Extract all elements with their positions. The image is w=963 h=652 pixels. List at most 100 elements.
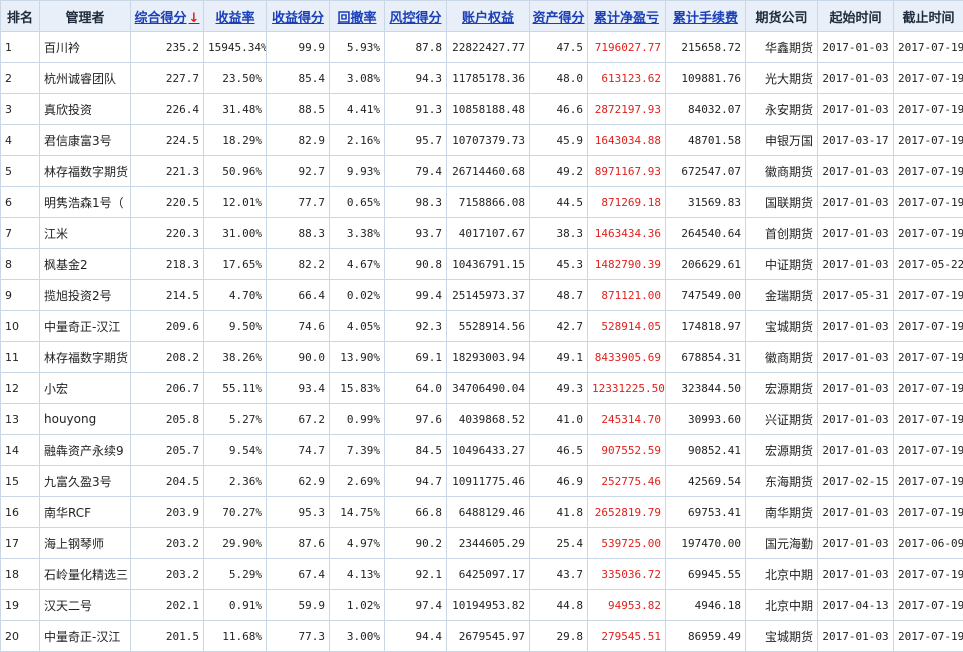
- broker-cell: 徽商期货: [746, 156, 818, 187]
- table-row[interactable]: 14融犇资产永续9205.79.54%74.77.39%84.510496433…: [1, 435, 963, 466]
- table-row[interactable]: 11林存福数字期货208.238.26%90.013.90%69.1182930…: [1, 342, 963, 373]
- sort-equity[interactable]: 账户权益: [447, 1, 530, 32]
- table-row[interactable]: 18石岭量化精选三203.25.29%67.44.13%92.16425097.…: [1, 559, 963, 590]
- table-row[interactable]: 9揽旭投资2号214.54.70%66.40.02%99.425145973.3…: [1, 280, 963, 311]
- equity-cell: 10707379.73: [447, 125, 530, 156]
- risk-score-cell: 69.1: [385, 342, 447, 373]
- drawdown-cell: 4.41%: [330, 94, 385, 125]
- sort-net-profit[interactable]: 累计净盈亏: [588, 1, 666, 32]
- manager-name-cell: 小宏: [40, 373, 131, 404]
- asset-score-cell: 47.5: [530, 32, 588, 63]
- drawdown-cell: 13.90%: [330, 342, 385, 373]
- risk-score-cell: 97.4: [385, 590, 447, 621]
- fees-cell: 264540.64: [666, 218, 746, 249]
- return-rate-cell: 5.29%: [204, 559, 267, 590]
- return-rate-cell: 9.54%: [204, 435, 267, 466]
- return-rate-cell: 70.27%: [204, 497, 267, 528]
- equity-cell: 6488129.46: [447, 497, 530, 528]
- return-score-cell: 77.7: [267, 187, 330, 218]
- total-score-cell: 203.9: [131, 497, 204, 528]
- table-row[interactable]: 15九富久盈3号204.52.36%62.92.69%94.710911775.…: [1, 466, 963, 497]
- net-profit-cell: 7196027.77: [588, 32, 666, 63]
- table-row[interactable]: 17海上钢琴师203.229.90%87.64.97%90.22344605.2…: [1, 528, 963, 559]
- table-row[interactable]: 20中量奇正-汉江201.511.68%77.33.00%94.42679545…: [1, 621, 963, 652]
- sort-return-rate[interactable]: 收益率: [204, 1, 267, 32]
- return-score-cell: 82.9: [267, 125, 330, 156]
- manager-name-cell: 林存福数字期货: [40, 156, 131, 187]
- end-date-cell: 2017-07-19: [894, 94, 963, 125]
- rank-cell: 10: [1, 311, 40, 342]
- start-date-cell: 2017-01-03: [818, 404, 894, 435]
- total-score-cell: 220.5: [131, 187, 204, 218]
- start-date-cell: 2017-01-03: [818, 156, 894, 187]
- manager-name-cell: 真欣投资: [40, 94, 131, 125]
- broker-cell: 兴证期货: [746, 404, 818, 435]
- net-profit-cell: 539725.00: [588, 528, 666, 559]
- table-row[interactable]: 7江米220.331.00%88.33.38%93.74017107.6738.…: [1, 218, 963, 249]
- net-profit-cell: 2872197.93: [588, 94, 666, 125]
- end-date-cell: 2017-07-19: [894, 32, 963, 63]
- risk-score-cell: 92.3: [385, 311, 447, 342]
- sort-drawdown[interactable]: 回撤率: [330, 1, 385, 32]
- table-row[interactable]: 13houyong205.85.27%67.20.99%97.64039868.…: [1, 404, 963, 435]
- rank-cell: 4: [1, 125, 40, 156]
- sort-desc-arrow-icon: ↓: [189, 11, 200, 26]
- equity-cell: 6425097.17: [447, 559, 530, 590]
- risk-score-cell: 64.0: [385, 373, 447, 404]
- broker-cell: 金瑞期货: [746, 280, 818, 311]
- start-date-cell: 2017-04-13: [818, 590, 894, 621]
- rank-cell: 7: [1, 218, 40, 249]
- broker-cell: 国联期货: [746, 187, 818, 218]
- drawdown-cell: 7.39%: [330, 435, 385, 466]
- total-score-cell: 208.2: [131, 342, 204, 373]
- net-profit-cell: 279545.51: [588, 621, 666, 652]
- fees-cell: 672547.07: [666, 156, 746, 187]
- broker-cell: 首创期货: [746, 218, 818, 249]
- table-row[interactable]: 10中量奇正-汉江209.69.50%74.64.05%92.35528914.…: [1, 311, 963, 342]
- table-row[interactable]: 12小宏206.755.11%93.415.83%64.034706490.04…: [1, 373, 963, 404]
- broker-cell: 宏源期货: [746, 373, 818, 404]
- table-row[interactable]: 5林存福数字期货221.350.96%92.79.93%79.426714460…: [1, 156, 963, 187]
- rank-cell: 2: [1, 63, 40, 94]
- sort-return-score[interactable]: 收益得分: [267, 1, 330, 32]
- drawdown-cell: 15.83%: [330, 373, 385, 404]
- risk-score-cell: 93.7: [385, 218, 447, 249]
- sort-fees[interactable]: 累计手续费: [666, 1, 746, 32]
- manager-name-cell: 君信康富3号: [40, 125, 131, 156]
- header-manager: 管理者: [40, 1, 131, 32]
- asset-score-cell: 46.5: [530, 435, 588, 466]
- table-row[interactable]: 19汉天二号202.10.91%59.91.02%97.410194953.82…: [1, 590, 963, 621]
- table-row[interactable]: 3真欣投资226.431.48%88.54.41%91.310858188.48…: [1, 94, 963, 125]
- sort-risk-score[interactable]: 风控得分: [385, 1, 447, 32]
- end-date-cell: 2017-07-19: [894, 497, 963, 528]
- start-date-cell: 2017-01-03: [818, 218, 894, 249]
- table-row[interactable]: 16南华RCF203.970.27%95.314.75%66.86488129.…: [1, 497, 963, 528]
- table-row[interactable]: 6明隽浩森1号（220.512.01%77.70.65%98.37158866.…: [1, 187, 963, 218]
- sort-asset-score[interactable]: 资产得分: [530, 1, 588, 32]
- net-profit-cell: 2652819.79: [588, 497, 666, 528]
- start-date-cell: 2017-01-03: [818, 342, 894, 373]
- equity-cell: 18293003.94: [447, 342, 530, 373]
- rank-cell: 8: [1, 249, 40, 280]
- table-row[interactable]: 2杭州诚睿团队227.723.50%85.43.08%94.311785178.…: [1, 63, 963, 94]
- total-score-cell: 218.3: [131, 249, 204, 280]
- table-row[interactable]: 4君信康富3号224.518.29%82.92.16%95.710707379.…: [1, 125, 963, 156]
- sort-total-score[interactable]: 综合得分↓: [131, 1, 204, 32]
- fees-cell: 174818.97: [666, 311, 746, 342]
- table-row[interactable]: 8枫基金2218.317.65%82.24.67%90.810436791.15…: [1, 249, 963, 280]
- total-score-cell: 202.1: [131, 590, 204, 621]
- start-date-cell: 2017-01-03: [818, 435, 894, 466]
- broker-cell: 中证期货: [746, 249, 818, 280]
- drawdown-cell: 0.65%: [330, 187, 385, 218]
- fees-cell: 69753.41: [666, 497, 746, 528]
- end-date-cell: 2017-07-19: [894, 559, 963, 590]
- rank-cell: 13: [1, 404, 40, 435]
- end-date-cell: 2017-07-19: [894, 311, 963, 342]
- return-score-cell: 90.0: [267, 342, 330, 373]
- total-score-cell: 221.3: [131, 156, 204, 187]
- end-date-cell: 2017-07-19: [894, 466, 963, 497]
- table-row[interactable]: 1百川衿235.215945.34%99.95.93%87.822822427.…: [1, 32, 963, 63]
- equity-cell: 25145973.37: [447, 280, 530, 311]
- return-rate-cell: 4.70%: [204, 280, 267, 311]
- drawdown-cell: 4.67%: [330, 249, 385, 280]
